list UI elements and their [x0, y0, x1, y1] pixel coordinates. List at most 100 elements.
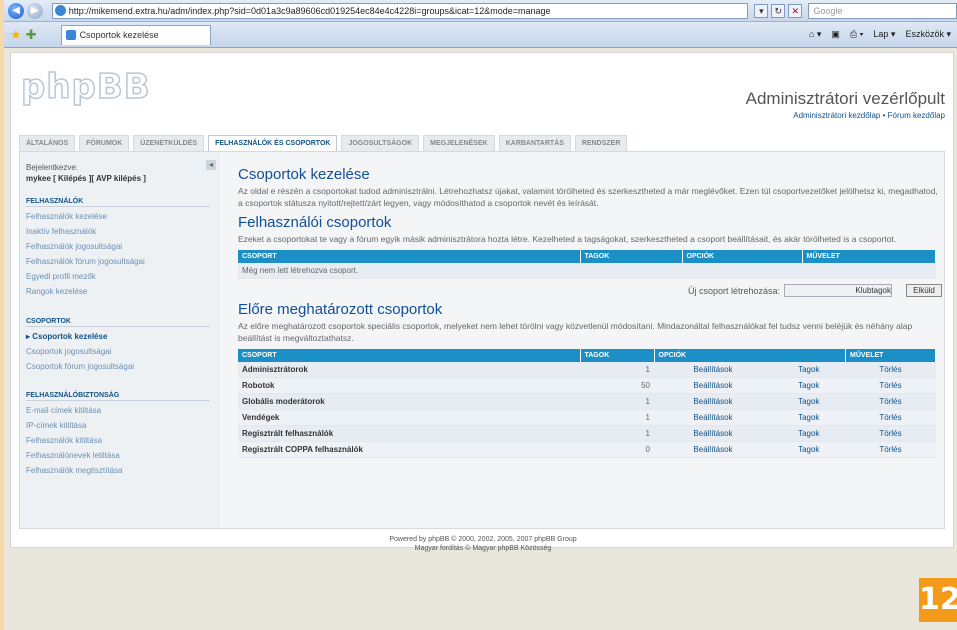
add-favorites-icon[interactable]: ✚	[26, 27, 37, 43]
delete-link[interactable]: Törlés	[845, 441, 936, 458]
submit-button[interactable]: Elküld	[906, 284, 942, 297]
sidebar-item-prune-users[interactable]: Felhasználók megtisztítása	[26, 466, 123, 475]
col-group: CSOPORT	[238, 349, 581, 362]
search-field[interactable]: Google	[808, 2, 957, 19]
settings-link[interactable]: Beállítások	[654, 425, 772, 442]
header-links[interactable]: Adminisztrátori kezdőlap • Fórum kezdőla…	[793, 111, 945, 120]
col-action: MŰVELET	[845, 349, 936, 362]
members-link[interactable]: Tagok	[772, 393, 846, 410]
sidebar-item-manage-groups[interactable]: ▸ Csoportok kezelése	[26, 332, 107, 341]
predefined-title: Előre meghatározott csoportok	[238, 301, 443, 318]
table-row: Regisztrált COPPA felhasználók 0 Beállít…	[238, 441, 936, 458]
sidebar-item-ban-emails[interactable]: E-mail címek kitiltása	[26, 406, 101, 415]
footer: Powered by phpBB © 2000, 2002, 2005, 200…	[389, 536, 577, 552]
sidebar-item-manage-users[interactable]: Felhasználók kezelése	[26, 212, 107, 221]
sidebar-section-security: FELHASZNÁLÓBIZTONSÁG	[26, 392, 210, 401]
tab-messaging[interactable]: ÜZENETKÜLDÉS	[133, 135, 205, 151]
new-group-form: Új csoport létrehozása: Klubtagok Elküld	[238, 284, 942, 297]
login-info: Bejelentkezve: mykee [ Kilépés ][ AVP ki…	[26, 163, 146, 183]
stop-icon[interactable]: ✕	[788, 3, 803, 18]
members-link[interactable]: Tagok	[772, 425, 846, 442]
browser-window: ◀ ▶ http://mikemend.extra.hu/adm/index.p…	[4, 0, 957, 630]
login-user[interactable]: mykee [ Kilépés ][ AVP kilépés ]	[26, 174, 146, 183]
content-panel: Bejelentkezve: mykee [ Kilépés ][ AVP ki…	[19, 151, 945, 529]
settings-link[interactable]: Beállítások	[654, 377, 772, 394]
col-members: TAGOK	[580, 349, 655, 362]
delete-link[interactable]: Törlés	[845, 393, 936, 410]
members-link[interactable]: Tagok	[772, 409, 846, 426]
table-row: Vendégek 1 Beállítások Tagok Törlés	[238, 409, 936, 426]
empty-row: Még nem lett létrehozva csoport.	[238, 263, 936, 279]
delete-link[interactable]: Törlés	[845, 409, 936, 426]
sidebar-item-ban-ips[interactable]: IP-címek kitiltása	[26, 421, 86, 430]
table-row: Adminisztrátorok 1 Beállítások Tagok Tör…	[238, 362, 936, 378]
new-group-input[interactable]: Klubtagok	[784, 284, 892, 297]
settings-link[interactable]: Beállítások	[654, 362, 772, 378]
tab-maintenance[interactable]: KARBANTARTÁS	[498, 135, 571, 151]
main-title: Csoportok kezelése	[238, 166, 370, 183]
col-group: CSOPORT	[238, 250, 581, 263]
user-groups-table: CSOPORT TAGOK OPCIÓK MŰVELET Még nem let…	[238, 250, 936, 279]
favorites-star-icon[interactable]: ★	[10, 27, 22, 43]
collapse-icon[interactable]: ◂	[206, 160, 216, 170]
page-menu[interactable]: Lap ▾	[873, 29, 895, 40]
table-row: Robotok 50 Beállítások Tagok Törlés	[238, 377, 936, 394]
back-icon[interactable]: ◀	[8, 2, 24, 19]
admin-tabs: ÁLTALÁNOS FÓRUMOK ÜZENETKÜLDÉS FELHASZNÁ…	[19, 135, 631, 152]
tab-general[interactable]: ÁLTALÁNOS	[19, 135, 76, 151]
members-link[interactable]: Tagok	[772, 362, 846, 378]
page-title: Adminisztrátori vezérlőpult	[745, 89, 945, 108]
refresh-icon[interactable]: ↻	[771, 3, 786, 18]
new-group-label: Új csoport létrehozása:	[687, 285, 780, 296]
sidebar: Bejelentkezve: mykee [ Kilépés ][ AVP ki…	[20, 152, 220, 528]
sidebar-item-group-permissions[interactable]: Csoportok jogosultságai	[26, 347, 111, 356]
sidebar-item-inactive-users[interactable]: Inaktív felhasználók	[26, 227, 96, 236]
intro-text: Az oldal e részén a csoportokat tudod ad…	[238, 186, 938, 208]
col-action: MŰVELET	[802, 250, 936, 263]
tab-permissions[interactable]: JOGOSULTSÁGOK	[341, 135, 420, 151]
delete-link[interactable]: Törlés	[845, 377, 936, 394]
tools-menu[interactable]: Eszközök ▾	[905, 29, 951, 40]
phpbb-page: phpBB Adminisztrátori vezérlőpult Admini…	[10, 52, 954, 552]
delete-link[interactable]: Törlés	[845, 425, 936, 442]
sidebar-item-disallow-usernames[interactable]: Felhasználónevek letiltása	[26, 451, 120, 460]
sidebar-item-group-forum-permissions[interactable]: Csoportok fórum jogosultságai	[26, 362, 134, 371]
command-bar: ⌂ ▾ ▣ ⎙ ▾ Lap ▾ Eszközök ▾	[809, 29, 951, 40]
sidebar-section-users: FELHASZNÁLÓK	[26, 198, 210, 207]
sidebar-item-user-forum-permissions[interactable]: Felhasználók fórum jogosultságai	[26, 257, 145, 266]
feeds-icon[interactable]: ▣	[831, 29, 840, 40]
sidebar-item-ranks[interactable]: Rangok kezelése	[26, 287, 87, 296]
settings-link[interactable]: Beállítások	[654, 393, 772, 410]
members-link[interactable]: Tagok	[772, 441, 846, 458]
sidebar-section-groups: CSOPORTOK	[26, 318, 210, 327]
tab-bar: ★ ✚ Csoportok kezelése ⌂ ▾ ▣ ⎙ ▾ Lap ▾ E…	[4, 22, 957, 48]
col-options: OPCIÓK	[654, 349, 846, 362]
url-field[interactable]: http://mikemend.extra.hu/adm/index.php?s…	[51, 2, 749, 19]
address-bar: ◀ ▶ http://mikemend.extra.hu/adm/index.p…	[4, 0, 957, 22]
sidebar-item-user-permissions[interactable]: Felhasználók jogosultságai	[26, 242, 122, 251]
dropdown-icon[interactable]: ▾	[754, 3, 769, 18]
page-number-badge: 12	[919, 578, 957, 622]
table-row: Regisztrált felhasználók 1 Beállítások T…	[238, 425, 936, 442]
ie-page-icon	[54, 4, 66, 16]
tab-forums[interactable]: FÓRUMOK	[79, 135, 130, 151]
browser-tab[interactable]: Csoportok kezelése	[60, 24, 211, 45]
delete-link[interactable]: Törlés	[845, 362, 936, 378]
sidebar-item-profile-fields[interactable]: Egyedi profil mezők	[26, 272, 96, 281]
predefined-desc: Az előre meghatározott csoportok speciál…	[238, 321, 913, 343]
settings-link[interactable]: Beállítások	[654, 409, 772, 426]
phpbb-logo: phpBB	[20, 66, 151, 108]
settings-link[interactable]: Beállítások	[654, 441, 772, 458]
print-icon[interactable]: ⎙ ▾	[850, 29, 863, 40]
tab-system[interactable]: RENDSZER	[574, 135, 628, 151]
predefined-groups-table: CSOPORT TAGOK OPCIÓK MŰVELET Adminisztrá…	[238, 349, 936, 458]
tab-users-groups[interactable]: FELHASZNÁLÓK ÉS CSOPORTOK	[208, 135, 338, 152]
sidebar-item-ban-users[interactable]: Felhasználók kitiltása	[26, 436, 102, 445]
forward-icon[interactable]: ▶	[26, 2, 43, 19]
home-icon[interactable]: ⌂ ▾	[809, 29, 821, 40]
page-header: phpBB Adminisztrátori vezérlőpult Admini…	[11, 53, 953, 131]
main-content: Csoportok kezelése Az oldal e részén a c…	[238, 152, 942, 458]
members-link[interactable]: Tagok	[772, 377, 846, 394]
tab-styles[interactable]: MEGJELENÉSEK	[423, 135, 495, 151]
user-groups-desc: Ezeket a csoportokat te vagy a fórum egy…	[238, 234, 897, 244]
